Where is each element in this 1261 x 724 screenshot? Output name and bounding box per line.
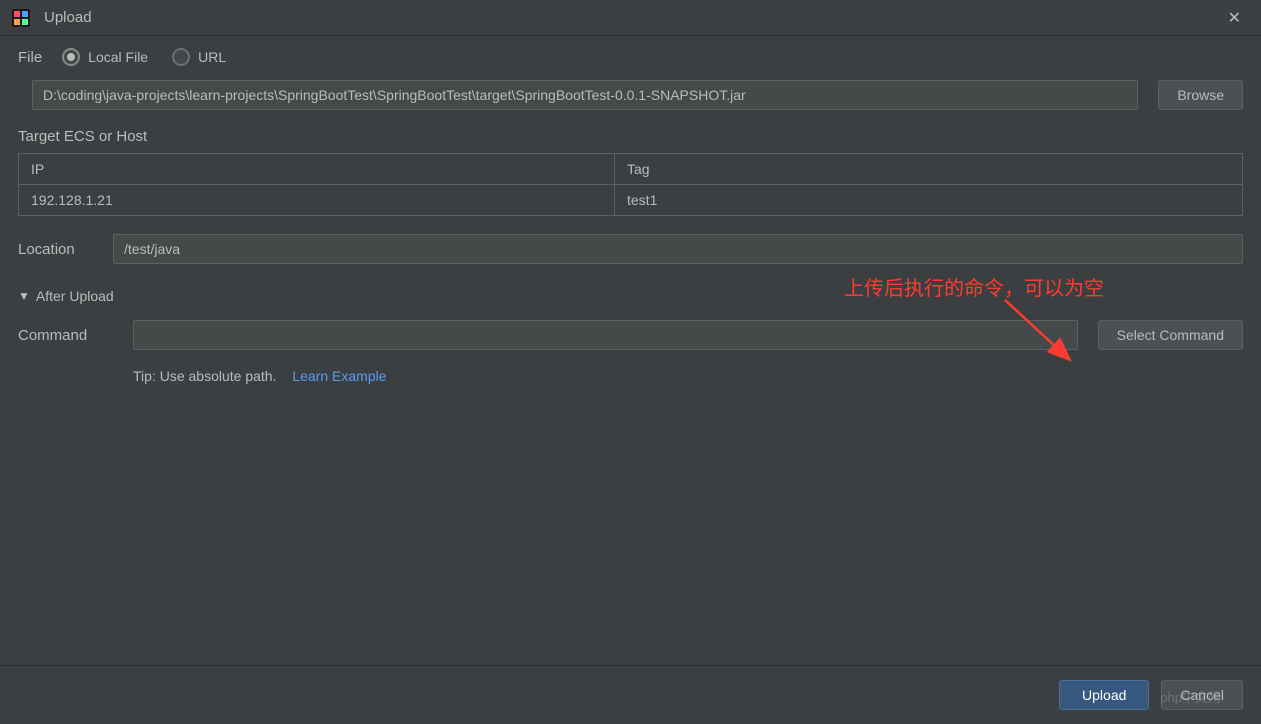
command-row: Command Select Command [18, 320, 1243, 350]
file-label: File [18, 49, 42, 66]
file-radio-group: Local File URL [62, 48, 226, 66]
radio-icon [172, 48, 190, 66]
header-ip[interactable]: IP [19, 154, 615, 184]
close-icon[interactable]: ✕ [1220, 4, 1249, 32]
cell-ip: 192.128.1.21 [19, 185, 615, 215]
command-input[interactable] [133, 320, 1078, 350]
target-table: IP Tag 192.128.1.21 test1 [18, 153, 1243, 216]
radio-local-file[interactable]: Local File [62, 48, 148, 66]
titlebar: Upload ✕ [0, 0, 1261, 36]
app-icon [12, 9, 30, 27]
tip-text: Tip: Use absolute path. [133, 368, 276, 384]
radio-icon [62, 48, 80, 66]
annotation-text: 上传后执行的命令，可以为空 [844, 272, 1104, 301]
radio-url[interactable]: URL [172, 48, 226, 66]
cell-tag: test1 [615, 185, 1242, 215]
triangle-down-icon: ▼ [18, 289, 30, 303]
dialog-footer: Upload Cancel [0, 665, 1261, 724]
select-command-button[interactable]: Select Command [1098, 320, 1243, 350]
browse-button[interactable]: Browse [1158, 80, 1243, 110]
cancel-button[interactable]: Cancel [1161, 680, 1243, 710]
location-label: Location [18, 241, 93, 258]
upload-button[interactable]: Upload [1059, 680, 1149, 710]
learn-example-link[interactable]: Learn Example [292, 368, 386, 384]
dialog-content: File Local File URL Browse Target ECS or… [0, 36, 1261, 396]
location-row: Location [18, 234, 1243, 264]
radio-local-label: Local File [88, 49, 148, 65]
radio-url-label: URL [198, 49, 226, 65]
file-source-row: File Local File URL [18, 48, 1243, 66]
file-path-row: Browse [32, 80, 1243, 110]
command-label: Command [18, 327, 113, 344]
after-upload-label: After Upload [36, 288, 114, 304]
dialog-title: Upload [44, 9, 1220, 26]
table-header: IP Tag [19, 154, 1242, 185]
header-tag[interactable]: Tag [615, 154, 1242, 184]
target-section-label: Target ECS or Host [18, 128, 1243, 145]
file-path-input[interactable] [32, 80, 1138, 110]
tip-row: Tip: Use absolute path. Learn Example [133, 368, 1243, 384]
table-row[interactable]: 192.128.1.21 test1 [19, 185, 1242, 215]
location-input[interactable] [113, 234, 1243, 264]
